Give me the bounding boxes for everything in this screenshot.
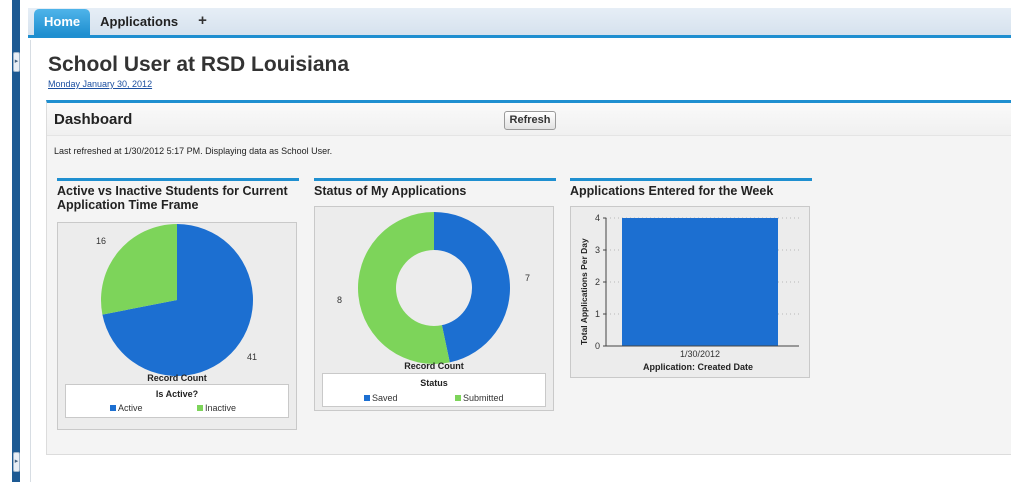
week-chart[interactable]: 0 1 2 3 4 Total Applications Per Day 1/30/20… <box>570 206 810 378</box>
active-inactive-legend: Is Active? Active Inactive <box>65 384 289 418</box>
bar-y-tick-label: 1 <box>595 309 600 319</box>
bar-1-30-2012[interactable] <box>622 218 778 346</box>
component-accent-bar <box>57 178 299 181</box>
pie-label-inactive: 16 <box>96 236 107 246</box>
tab-home[interactable]: Home <box>34 9 91 35</box>
dashboard-panel: Dashboard Refresh Last refreshed at 1/30… <box>46 100 1011 455</box>
dashboard-header: Dashboard Refresh <box>47 103 1011 136</box>
page-title: School User at RSD Louisiana <box>48 53 350 76</box>
add-tab-button[interactable]: + <box>188 9 217 35</box>
tab-applications[interactable]: Applications <box>90 9 188 35</box>
legend-item-active: Active <box>110 403 143 413</box>
bar-x-label: Application: Created Date <box>643 362 754 372</box>
sidebar-toggle-bottom[interactable]: ▸ <box>13 452 20 472</box>
donut-label-submitted: 8 <box>337 295 343 305</box>
week-bar-chart: 0 1 2 3 4 <box>595 213 799 351</box>
bar-y-tick-label: 2 <box>595 277 600 287</box>
legend-title: Is Active? <box>155 389 199 399</box>
page-date-link[interactable]: Monday January 30, 2012 <box>48 79 152 89</box>
sidebar-toggle-top[interactable]: ▸ <box>13 52 20 72</box>
status-title: Status of My Applications <box>314 184 467 198</box>
status-chart[interactable]: 7 8 Record Count Status Saved Submitted <box>314 206 554 411</box>
pie-slice-inactive[interactable] <box>101 224 177 315</box>
active-inactive-title: Active vs Inactive Students for Current … <box>57 184 288 212</box>
bar-y-label: Total Applications Per Day <box>579 238 589 345</box>
bar-y-tick-label: 3 <box>595 245 600 255</box>
refresh-button[interactable]: Refresh <box>504 111 556 130</box>
active-inactive-pie <box>101 224 253 376</box>
donut-slice-saved[interactable] <box>434 212 511 363</box>
legend-item-inactive: Inactive <box>197 403 236 413</box>
status-donut <box>358 212 511 364</box>
legend-title: Status <box>420 378 448 388</box>
legend-item-submitted: Submitted <box>455 393 504 403</box>
component-accent-bar <box>314 178 556 181</box>
bar-y-tick-label: 4 <box>595 213 600 223</box>
tab-bar: Home Applications + <box>28 8 1011 38</box>
donut-caption: Record Count <box>404 361 464 371</box>
legend-swatch-green <box>455 395 461 401</box>
week-title: Applications Entered for the Week <box>570 184 774 198</box>
sidebar-collapse-bar[interactable] <box>12 0 20 482</box>
component-accent-bar <box>570 178 812 181</box>
bar-x-category: 1/30/2012 <box>680 349 721 359</box>
legend-swatch-green <box>197 405 203 411</box>
main-content: School User at RSD Louisiana Monday Janu… <box>30 40 1011 482</box>
week-component: Applications Entered for the Week 0 1 2 3 4 … <box>570 178 812 380</box>
pie-caption: Record Count <box>147 373 207 383</box>
legend-swatch-blue <box>364 395 370 401</box>
status-legend: Status Saved Submitted <box>322 373 546 407</box>
dashboard-title: Dashboard <box>54 111 133 128</box>
dashboard-status: Last refreshed at 1/30/2012 5:17 PM. Dis… <box>54 146 333 156</box>
legend-swatch-blue <box>110 405 116 411</box>
status-component: Status of My Applications 7 8 Record Cou… <box>314 178 556 413</box>
active-inactive-chart[interactable]: 16 41 Record Count Is Active? Active Ina… <box>57 222 297 430</box>
donut-label-saved: 7 <box>525 273 531 283</box>
pie-label-active: 41 <box>247 352 258 362</box>
legend-item-saved: Saved <box>364 393 398 403</box>
active-inactive-component: Active vs Inactive Students for Current … <box>57 178 299 430</box>
bar-y-tick-label: 0 <box>595 341 600 351</box>
